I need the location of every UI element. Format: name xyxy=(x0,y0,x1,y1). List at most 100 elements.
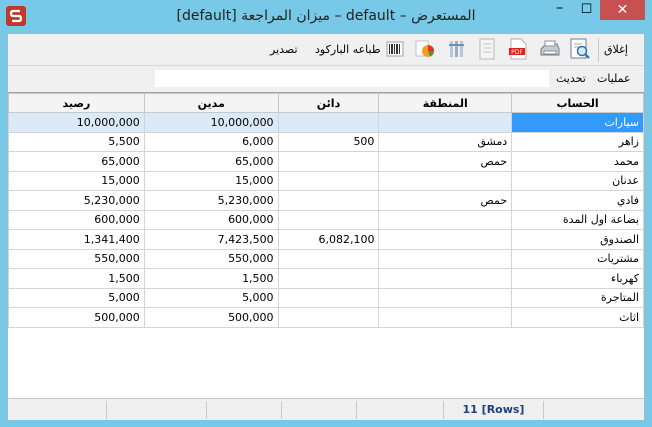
cell-credit[interactable] xyxy=(277,307,380,328)
maximize-button[interactable]: ☐ xyxy=(573,0,600,20)
cell-credit[interactable]: 500 xyxy=(277,131,380,152)
cell-debit[interactable]: 15,000 xyxy=(143,170,279,191)
cell-region[interactable]: حمص xyxy=(378,151,513,172)
toolbar: إغلاق PDF طباعه الباركود تصدير xyxy=(8,34,644,66)
cell-balance[interactable]: 550,000 xyxy=(8,248,145,269)
cell-account[interactable]: بضاعة اول المدة xyxy=(511,209,644,230)
cell-debit[interactable]: 7,423,500 xyxy=(143,229,279,250)
cell-balance[interactable]: 1,341,400 xyxy=(8,229,145,250)
cell-balance[interactable]: 500,000 xyxy=(8,307,145,328)
menu-refresh[interactable]: تحديث xyxy=(556,72,586,85)
cell-region[interactable] xyxy=(378,307,513,328)
table-row[interactable]: 10,000,000 10,000,000 سيارات xyxy=(8,112,644,133)
cell-credit[interactable] xyxy=(277,287,380,308)
cell-region[interactable] xyxy=(378,112,513,133)
close-window-button[interactable]: ✕ xyxy=(600,0,645,20)
print-icon[interactable] xyxy=(538,37,562,61)
status-cell-empty xyxy=(107,401,207,419)
row-count-status: 11 [Rows] xyxy=(444,401,544,419)
column-header-balance[interactable]: رصيد xyxy=(8,93,145,113)
preview-icon[interactable] xyxy=(568,37,592,61)
cell-account[interactable]: كهرباء xyxy=(511,268,644,289)
cell-credit[interactable] xyxy=(277,112,380,133)
cell-account[interactable]: عدنان xyxy=(511,170,644,191)
cell-region[interactable] xyxy=(378,268,513,289)
table-body: 10,000,000 10,000,000 سيارات 5,500 6,000 500 د… xyxy=(8,112,644,328)
column-header-debit[interactable]: مدين xyxy=(143,93,279,113)
cell-debit[interactable]: 5,000 xyxy=(143,287,279,308)
cell-region[interactable] xyxy=(378,287,513,308)
status-cell-empty xyxy=(8,401,107,419)
barcode-icon[interactable] xyxy=(383,37,407,61)
table-row[interactable]: 600,000 600,000 بضاعة اول المدة xyxy=(8,209,644,230)
cell-balance[interactable]: 1,500 xyxy=(8,268,145,289)
document-icon[interactable] xyxy=(475,37,499,61)
cell-account[interactable]: فادي xyxy=(511,190,644,211)
cell-region[interactable] xyxy=(378,170,513,191)
cell-account[interactable]: محمد xyxy=(511,151,644,172)
table-header-row: رصيد مدين دائن المنطقة الحساب xyxy=(8,93,644,113)
pdf-icon[interactable]: PDF xyxy=(506,37,530,61)
cell-credit[interactable] xyxy=(277,268,380,289)
table-row[interactable]: 1,341,400 7,423,500 6,082,100 الصندوق xyxy=(8,229,644,250)
column-header-region[interactable]: المنطقة xyxy=(378,93,513,113)
cell-account[interactable]: اثاث xyxy=(511,307,644,328)
cell-credit[interactable] xyxy=(277,209,380,230)
cell-account[interactable]: المتاجرة xyxy=(511,287,644,308)
cell-balance[interactable]: 5,000 xyxy=(8,287,145,308)
cell-region[interactable]: حمص xyxy=(378,190,513,211)
data-table: رصيد مدين دائن المنطقة الحساب 10,000,000… xyxy=(8,93,644,328)
close-report-button[interactable]: إغلاق xyxy=(604,38,628,62)
chart-icon[interactable] xyxy=(413,37,437,61)
columns-icon[interactable] xyxy=(445,37,469,61)
cell-balance[interactable]: 10,000,000 xyxy=(8,112,145,133)
cell-credit[interactable] xyxy=(277,170,380,191)
table-row[interactable]: 65,000 65,000 حمص محمد xyxy=(8,151,644,172)
cell-debit[interactable]: 5,230,000 xyxy=(143,190,279,211)
table-row[interactable]: 500,000 500,000 اثاث xyxy=(8,307,644,328)
filter-input[interactable] xyxy=(154,69,550,88)
cell-region[interactable]: دمشق xyxy=(378,131,513,152)
cell-balance[interactable]: 5,230,000 xyxy=(8,190,145,211)
table-row[interactable]: 550,000 550,000 مشتريات xyxy=(8,248,644,269)
title-bar[interactable]: المستعرض – default – ميزان المراجعة [def… xyxy=(0,0,652,33)
export-button[interactable]: تصدير xyxy=(270,38,298,62)
cell-balance[interactable]: 15,000 xyxy=(8,170,145,191)
cell-balance[interactable]: 5,500 xyxy=(8,131,145,152)
minimize-button[interactable]: – xyxy=(546,0,573,20)
table-row[interactable]: 5,000 5,000 المتاجرة xyxy=(8,287,644,308)
svg-text:PDF: PDF xyxy=(511,49,523,56)
cell-account[interactable]: سيارات xyxy=(511,112,644,133)
cell-account[interactable]: الصندوق xyxy=(511,229,644,250)
cell-debit[interactable]: 600,000 xyxy=(143,209,279,230)
table-row[interactable]: 15,000 15,000 عدنان xyxy=(8,170,644,191)
cell-account[interactable]: زاهر xyxy=(511,131,644,152)
cell-debit[interactable]: 10,000,000 xyxy=(143,112,279,133)
status-cell-empty xyxy=(282,401,357,419)
cell-credit[interactable]: 6,082,100 xyxy=(277,229,380,250)
cell-account[interactable]: مشتريات xyxy=(511,248,644,269)
cell-region[interactable] xyxy=(378,209,513,230)
menu-operations[interactable]: عمليات xyxy=(597,72,631,85)
cell-credit[interactable] xyxy=(277,190,380,211)
cell-debit[interactable]: 6,000 xyxy=(143,131,279,152)
column-header-account[interactable]: الحساب xyxy=(511,93,644,113)
client-area: إغلاق PDF طباعه الباركود تصدير عمليات تح… xyxy=(7,33,645,420)
cell-region[interactable] xyxy=(378,248,513,269)
cell-debit[interactable]: 65,000 xyxy=(143,151,279,172)
table-row[interactable]: 5,500 6,000 500 دمشق زاهر xyxy=(8,131,644,152)
cell-credit[interactable] xyxy=(277,151,380,172)
cell-debit[interactable]: 500,000 xyxy=(143,307,279,328)
cell-credit[interactable] xyxy=(277,248,380,269)
cell-debit[interactable]: 1,500 xyxy=(143,268,279,289)
column-header-credit[interactable]: دائن xyxy=(277,93,380,113)
cell-balance[interactable]: 600,000 xyxy=(8,209,145,230)
table-row[interactable]: 5,230,000 5,230,000 حمص فادي xyxy=(8,190,644,211)
trial-balance-grid[interactable]: رصيد مدين دائن المنطقة الحساب 10,000,000… xyxy=(8,92,644,398)
table-row[interactable]: 1,500 1,500 كهرباء xyxy=(8,268,644,289)
cell-balance[interactable]: 65,000 xyxy=(8,151,145,172)
cell-debit[interactable]: 550,000 xyxy=(143,248,279,269)
print-barcode-button[interactable]: طباعه الباركود xyxy=(315,38,381,62)
cell-region[interactable] xyxy=(378,229,513,250)
status-bar: 11 [Rows] xyxy=(8,398,644,420)
